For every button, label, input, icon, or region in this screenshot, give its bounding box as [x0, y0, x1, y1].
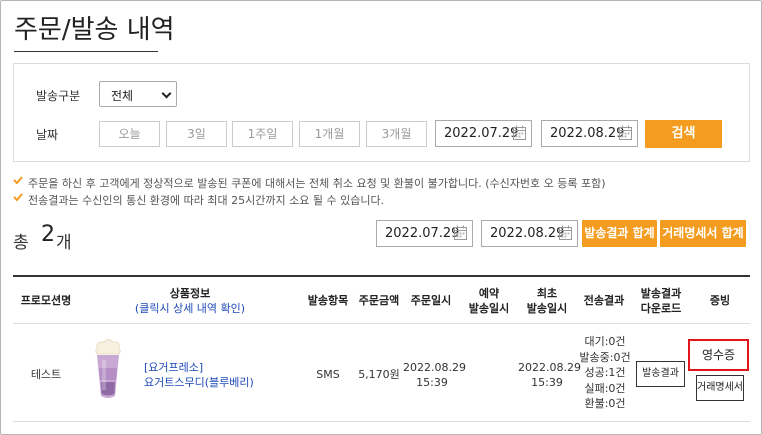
result-refund: 환불:0건: [584, 397, 626, 410]
invoice-sum-button[interactable]: 거래명세서 합계: [660, 220, 746, 247]
search-button[interactable]: 검색: [645, 120, 722, 148]
header-amount: 주문금액: [358, 294, 400, 307]
result-sending: 발송중:0건: [579, 350, 631, 364]
period-1week-button[interactable]: 1주일: [232, 121, 293, 147]
row-first-send: 2022.08.29 15:39: [518, 360, 581, 390]
row-promotion: 테스트: [30, 368, 62, 381]
first-date-value: 2022.08.29: [518, 361, 581, 374]
table-top-border: [13, 275, 750, 277]
total-unit: 개: [56, 233, 72, 253]
filter-panel: 발송구분 전체 날짜 오늘 3일 1주일 1개월 3개월 2022.07.29 …: [13, 63, 750, 162]
period-today-button[interactable]: 오늘: [99, 121, 160, 147]
period-3days-button[interactable]: 3일: [166, 121, 227, 147]
header-order-date: 주문일시: [410, 294, 452, 307]
calendar-icon[interactable]: [619, 125, 632, 140]
period-3months-button[interactable]: 3개월: [366, 121, 427, 147]
end-date-field[interactable]: 2022.08.29: [541, 120, 638, 147]
product-image[interactable]: [88, 338, 128, 402]
send-type-select[interactable]: 전체: [99, 81, 177, 107]
header-divider: [13, 323, 750, 324]
title-underline: [14, 51, 158, 52]
order-time-value: 15:39: [416, 376, 448, 389]
end-date-value: 2022.08.29: [550, 126, 625, 141]
header-download-line2: 다운로드: [640, 302, 682, 315]
start-date-field[interactable]: 2022.07.29: [435, 120, 532, 147]
download-result-button[interactable]: 발송결과: [636, 361, 685, 387]
total-label: 총: [13, 233, 29, 253]
row-result: 대기:0건 발송중:0건 성공:1건 실패:0건 환불:0건: [577, 334, 633, 412]
header-reserve-line1: 예약: [478, 287, 500, 300]
header-download-line1: 발송결과: [640, 287, 682, 300]
row-send-item: SMS: [316, 368, 340, 381]
table-bottom-border: [13, 421, 750, 422]
header-product-sub: (클릭시 상세 내역 확인): [134, 302, 246, 315]
result-sum-button[interactable]: 발송결과 합계: [582, 220, 657, 247]
product-name-link[interactable]: 요거트스무디(블루베리): [144, 375, 254, 390]
header-reserve: 예약 발송일시: [461, 286, 517, 316]
row-order-date: 2022.08.29 15:39: [403, 360, 466, 390]
summary-start-date-value: 2022.07.29: [385, 226, 460, 241]
period-1month-button[interactable]: 1개월: [299, 121, 360, 147]
calendar-icon[interactable]: [559, 225, 572, 240]
calendar-icon[interactable]: [454, 225, 467, 240]
start-date-value: 2022.07.29: [444, 126, 519, 141]
invoice-button[interactable]: 거래명세서: [696, 375, 744, 401]
result-wait: 대기:0건: [584, 335, 626, 348]
header-first-line2: 발송일시: [526, 302, 568, 315]
send-type-value: 전체: [111, 89, 134, 103]
receipt-button[interactable]: 영수증: [688, 339, 749, 371]
notice-text: 전송결과는 수신인의 통신 환경에 따라 최대 25시간까지 소요 될 수 있습…: [28, 194, 385, 207]
check-icon: [13, 193, 23, 202]
summary-start-date-field[interactable]: 2022.07.29: [376, 220, 473, 247]
send-type-label: 발송구분: [36, 89, 81, 103]
header-first-send: 최초 발송일시: [519, 286, 575, 316]
calendar-icon[interactable]: [513, 125, 526, 140]
header-proof: 증빙: [709, 294, 731, 307]
header-reserve-line2: 발송일시: [468, 302, 510, 315]
result-fail: 실패:0건: [584, 381, 626, 395]
page-title: 주문/발송 내역: [14, 15, 175, 45]
header-promotion: 프로모션명: [20, 294, 72, 307]
total-count: 2: [41, 222, 55, 247]
row-amount: 5,170원: [358, 368, 400, 381]
row-product[interactable]: [요거프레소] 요거트스무디(블루베리): [144, 360, 254, 390]
summary-end-date-field[interactable]: 2022.08.29: [481, 220, 578, 247]
header-first-line1: 최초: [536, 287, 558, 300]
check-icon: [13, 176, 23, 185]
header-send-item: 발송항목: [307, 294, 349, 307]
result-success: 성공:1건: [584, 366, 626, 379]
header-result: 전송결과: [583, 294, 625, 307]
date-label: 날짜: [36, 128, 59, 142]
order-date-value: 2022.08.29: [403, 361, 466, 374]
chevron-down-icon: [161, 88, 172, 99]
product-brand-link[interactable]: [요거프레소]: [144, 360, 254, 375]
header-product: 상품정보 (클릭시 상세 내역 확인): [130, 286, 250, 316]
summary-end-date-value: 2022.08.29: [490, 226, 565, 241]
header-download: 발송결과 다운로드: [633, 286, 689, 316]
first-time-value: 15:39: [531, 376, 563, 389]
header-product-label: 상품정보: [169, 287, 211, 300]
notice-text: 주문을 하신 후 고객에게 정상적으로 발송된 쿠폰에 대해서는 전체 취소 요…: [28, 177, 606, 190]
